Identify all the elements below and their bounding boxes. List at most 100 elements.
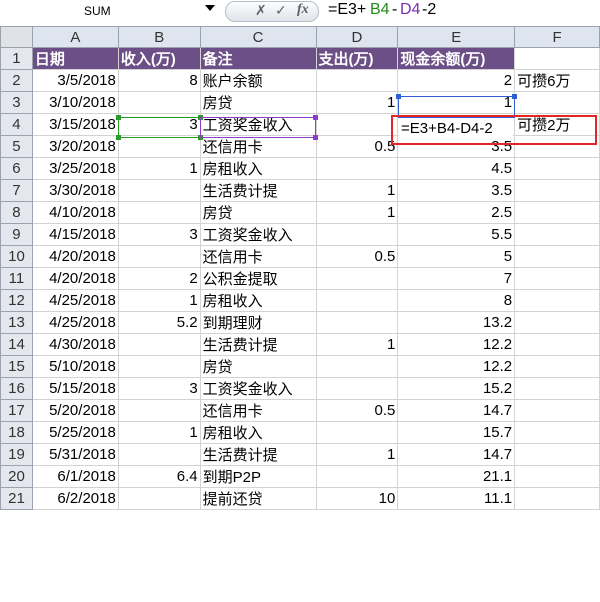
cell-d2[interactable] <box>315 69 399 92</box>
cell-f16[interactable] <box>514 377 600 400</box>
row-header[interactable]: 4 <box>0 113 33 136</box>
enter-icon[interactable]: ✓ <box>275 2 287 19</box>
cell-e9[interactable]: 5.5 <box>397 223 516 246</box>
cell-b13[interactable]: 5.2 <box>117 311 201 334</box>
cell-e12[interactable]: 8 <box>397 289 516 312</box>
cell-c14[interactable]: 生活费计提 <box>199 333 317 356</box>
cell-d17[interactable]: 0.5 <box>315 399 399 422</box>
cell-b3[interactable] <box>117 91 201 114</box>
cell-e8[interactable]: 2.5 <box>397 201 516 224</box>
cell-e17[interactable]: 14.7 <box>397 399 516 422</box>
cell-e6[interactable]: 4.5 <box>397 157 516 180</box>
cell-c3[interactable]: 房贷 <box>199 91 317 114</box>
cell-f19[interactable] <box>514 443 600 466</box>
row-header[interactable]: 15 <box>0 355 33 378</box>
column-header-a[interactable]: A <box>31 26 119 48</box>
row-header[interactable]: 18 <box>0 421 33 444</box>
cell-c5[interactable]: 还信用卡 <box>199 135 317 158</box>
row-header[interactable]: 19 <box>0 443 33 466</box>
cell-d8[interactable]: 1 <box>315 201 399 224</box>
cell-f21[interactable] <box>514 487 600 510</box>
header-cell-d[interactable]: 支出(万) <box>315 47 399 70</box>
cell-e7[interactable]: 3.5 <box>397 179 516 202</box>
cell-b19[interactable] <box>117 443 201 466</box>
row-header[interactable]: 12 <box>0 289 33 312</box>
cell-a19[interactable]: 5/31/2018 <box>31 443 119 466</box>
cell-a5[interactable]: 3/20/2018 <box>31 135 119 158</box>
header-cell-c[interactable]: 备注 <box>199 47 317 70</box>
cell-f5[interactable] <box>514 135 600 158</box>
cell-d16[interactable] <box>315 377 399 400</box>
header-cell-b[interactable]: 收入(万) <box>117 47 201 70</box>
cell-f8[interactable] <box>514 201 600 224</box>
row-header[interactable]: 3 <box>0 91 33 114</box>
cell-b14[interactable] <box>117 333 201 356</box>
cell-f12[interactable] <box>514 289 600 312</box>
cell-f14[interactable] <box>514 333 600 356</box>
column-header-c[interactable]: C <box>199 26 317 48</box>
row-header[interactable]: 2 <box>0 69 33 92</box>
cell-d20[interactable] <box>315 465 399 488</box>
cell-b2[interactable]: 8 <box>117 69 201 92</box>
cell-c19[interactable]: 生活费计提 <box>199 443 317 466</box>
cell-c9[interactable]: 工资奖金收入 <box>199 223 317 246</box>
cell-f15[interactable] <box>514 355 600 378</box>
row-header[interactable]: 21 <box>0 487 33 510</box>
select-all-corner[interactable] <box>0 26 33 48</box>
cell-e18[interactable]: 15.7 <box>397 421 516 444</box>
row-header[interactable]: 14 <box>0 333 33 356</box>
cell-a15[interactable]: 5/10/2018 <box>31 355 119 378</box>
cell-d11[interactable] <box>315 267 399 290</box>
cell-d5[interactable]: 0.5 <box>315 135 399 158</box>
cell-e13[interactable]: 13.2 <box>397 311 516 334</box>
cell-e16[interactable]: 15.2 <box>397 377 516 400</box>
cell-a20[interactable]: 6/1/2018 <box>31 465 119 488</box>
cell-f3[interactable] <box>514 91 600 114</box>
header-cell-e[interactable]: 现金余额(万) <box>397 47 516 70</box>
cell-b6[interactable]: 1 <box>117 157 201 180</box>
cell-d21[interactable]: 10 <box>315 487 399 510</box>
cell-f11[interactable] <box>514 267 600 290</box>
cell-d14[interactable]: 1 <box>315 333 399 356</box>
cell-f6[interactable] <box>514 157 600 180</box>
cell-a21[interactable]: 6/2/2018 <box>31 487 119 510</box>
row-header[interactable]: 8 <box>0 201 33 224</box>
cell-d13[interactable] <box>315 311 399 334</box>
cell-f2[interactable]: 可攒6万 <box>514 69 600 92</box>
cell-b12[interactable]: 1 <box>117 289 201 312</box>
row-header[interactable]: 6 <box>0 157 33 180</box>
cell-a9[interactable]: 4/15/2018 <box>31 223 119 246</box>
cell-a17[interactable]: 5/20/2018 <box>31 399 119 422</box>
cell-b17[interactable] <box>117 399 201 422</box>
cell-c18[interactable]: 房租收入 <box>199 421 317 444</box>
cell-a12[interactable]: 4/25/2018 <box>31 289 119 312</box>
cell-c15[interactable]: 房贷 <box>199 355 317 378</box>
cell-a8[interactable]: 4/10/2018 <box>31 201 119 224</box>
cell-c7[interactable]: 生活费计提 <box>199 179 317 202</box>
active-cell-editor[interactable]: =E3+B4-D4-2 <box>399 118 513 140</box>
cell-b16[interactable]: 3 <box>117 377 201 400</box>
cell-a18[interactable]: 5/25/2018 <box>31 421 119 444</box>
cell-d15[interactable] <box>315 355 399 378</box>
cell-f10[interactable] <box>514 245 600 268</box>
cell-c4[interactable]: 工资奖金收入 <box>199 113 317 136</box>
column-header-f[interactable]: F <box>514 26 600 48</box>
cell-d19[interactable]: 1 <box>315 443 399 466</box>
cell-e14[interactable]: 12.2 <box>397 333 516 356</box>
cell-d10[interactable]: 0.5 <box>315 245 399 268</box>
cell-b18[interactable]: 1 <box>117 421 201 444</box>
cell-f9[interactable] <box>514 223 600 246</box>
cell-c6[interactable]: 房租收入 <box>199 157 317 180</box>
cell-b5[interactable] <box>117 135 201 158</box>
cell-d4[interactable] <box>315 113 399 136</box>
row-header[interactable]: 20 <box>0 465 33 488</box>
cell-a7[interactable]: 3/30/2018 <box>31 179 119 202</box>
cell-c11[interactable]: 公积金提取 <box>199 267 317 290</box>
row-header[interactable]: 17 <box>0 399 33 422</box>
cell-a10[interactable]: 4/20/2018 <box>31 245 119 268</box>
cell-f7[interactable] <box>514 179 600 202</box>
cancel-icon[interactable]: ✗ <box>255 2 267 19</box>
cell-c13[interactable]: 到期理财 <box>199 311 317 334</box>
cell-c12[interactable]: 房租收入 <box>199 289 317 312</box>
cell-c21[interactable]: 提前还贷 <box>199 487 317 510</box>
